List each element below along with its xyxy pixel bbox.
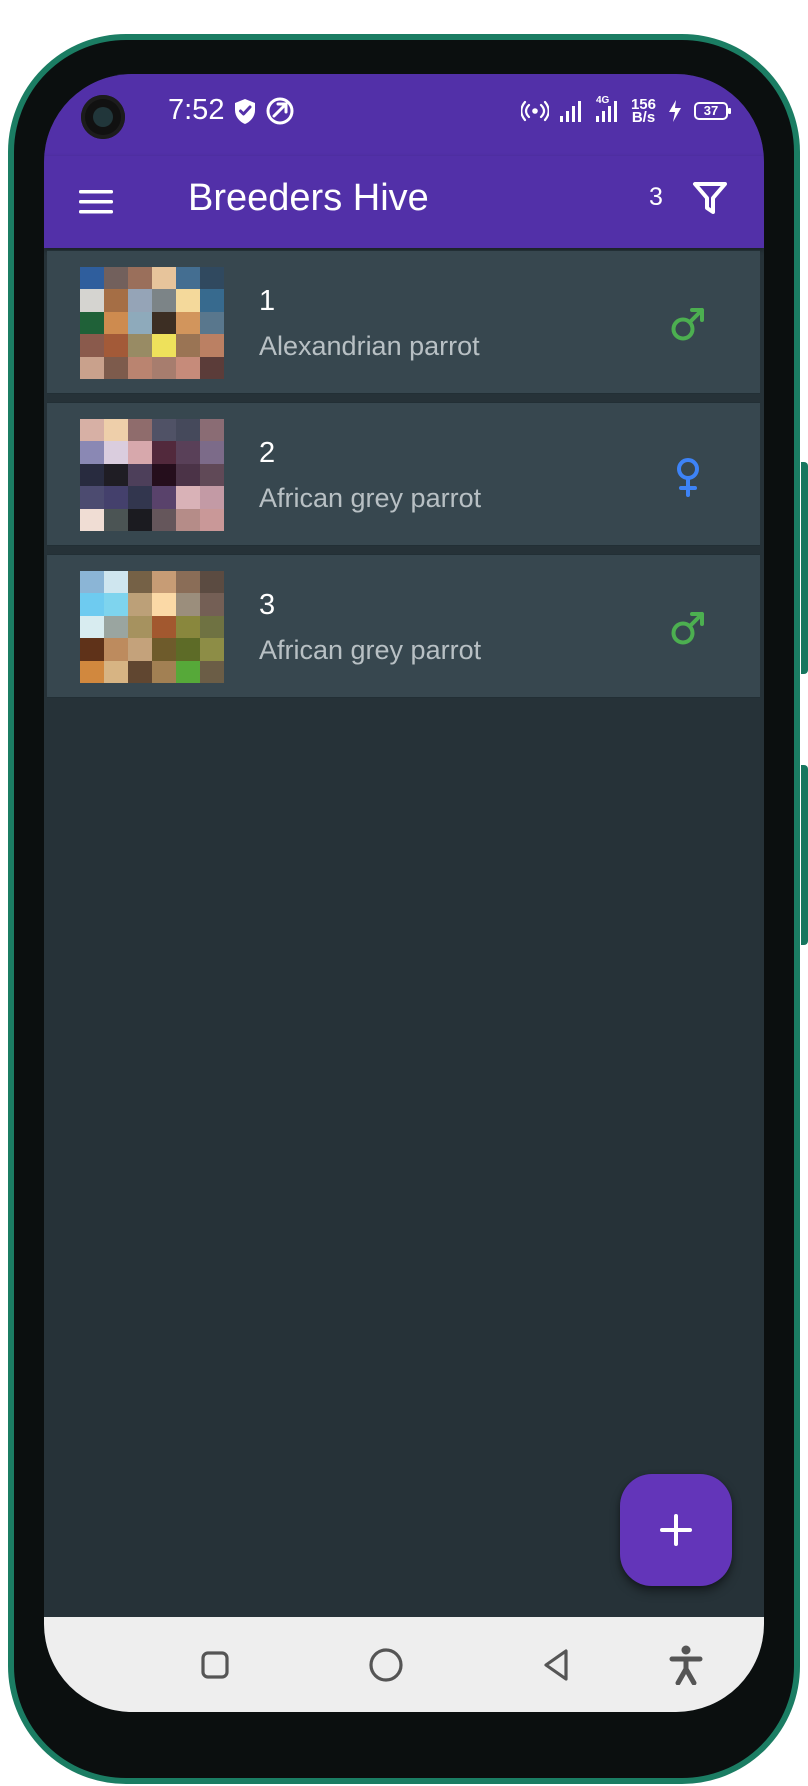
bird-photo xyxy=(80,267,224,379)
menu-button[interactable] xyxy=(72,178,120,226)
back-icon xyxy=(544,1649,568,1681)
female-icon xyxy=(677,458,699,497)
menu-icon xyxy=(79,190,113,214)
battery-icon: 37 xyxy=(694,102,731,120)
recent-apps-icon xyxy=(201,1651,229,1679)
front-camera xyxy=(81,95,125,139)
filter-icon xyxy=(693,182,727,214)
charging-icon xyxy=(669,100,681,122)
bird-species: African grey parrot xyxy=(259,483,482,513)
bird-list-item[interactable]: 1 Alexandrian parrot xyxy=(47,250,760,394)
bird-number: 2 xyxy=(259,437,276,469)
speed-unit: B/s xyxy=(631,109,656,126)
network-speed: 156 B/s xyxy=(631,97,656,126)
plus-icon xyxy=(660,1514,692,1546)
bird-list-item[interactable]: 3 African grey parrot xyxy=(47,554,760,698)
male-icon xyxy=(671,308,704,341)
signal-icon xyxy=(559,101,581,122)
bird-species: Alexandrian parrot xyxy=(259,331,480,361)
back-button[interactable] xyxy=(532,1639,584,1691)
recent-apps-button[interactable] xyxy=(189,1639,241,1691)
phone-volume-button xyxy=(801,765,808,945)
bird-photo xyxy=(80,571,224,683)
add-bird-button[interactable] xyxy=(620,1474,732,1586)
bird-number: 1 xyxy=(259,285,276,317)
home-icon xyxy=(369,1648,403,1682)
status-bar: 7:52 4G 156 B/s 37 xyxy=(44,74,764,156)
male-icon xyxy=(671,612,704,645)
signal-4g-icon: 4G xyxy=(595,95,621,123)
battery-level: 37 xyxy=(703,103,719,118)
assistant-icon xyxy=(266,97,294,125)
bird-photo xyxy=(80,419,224,531)
hotspot-icon xyxy=(520,100,549,122)
home-button[interactable] xyxy=(360,1639,412,1691)
filter-count: 3 xyxy=(649,183,663,211)
status-time: 7:52 xyxy=(168,94,225,126)
bird-species: African grey parrot xyxy=(259,635,482,665)
filter-button[interactable] xyxy=(686,174,734,222)
bird-list-item[interactable]: 2 African grey parrot xyxy=(47,402,760,546)
bird-list: 1 Alexandrian parrot 2 African grey parr… xyxy=(47,250,760,706)
accessibility-button[interactable] xyxy=(660,1639,712,1691)
system-navigation-bar xyxy=(44,1617,764,1712)
app-bar: Breeders Hive 3 xyxy=(44,156,764,248)
accessibility-icon xyxy=(669,1645,703,1685)
page-title: Breeders Hive xyxy=(188,177,429,219)
status-right-icons: 4G 156 B/s 37 xyxy=(520,94,731,128)
phone-side-button xyxy=(801,462,808,674)
bird-number: 3 xyxy=(259,589,276,621)
phone-screen: 7:52 4G 156 B/s 37 Breeders Hive 3 1 Ale… xyxy=(44,74,764,1712)
shield-icon xyxy=(235,99,255,124)
